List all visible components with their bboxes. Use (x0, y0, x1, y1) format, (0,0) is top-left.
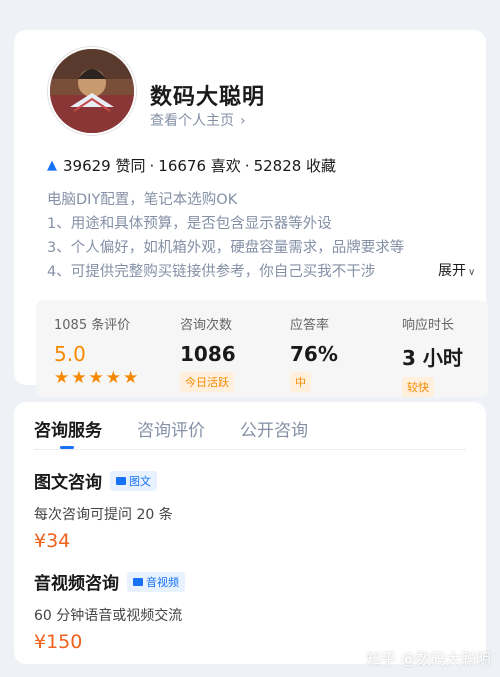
star-icon: ★ (54, 368, 70, 388)
metric-value: 1086 (180, 342, 236, 366)
watermark: 知乎 @数码大聪明 (366, 650, 491, 668)
metric-label: 1085 条评价 (54, 318, 131, 333)
stats-row: ▲ 39629 赞同 · 16676 喜欢 · 52828 收藏 (47, 155, 336, 176)
metric-response-rate: 应答率 76% 中 (290, 314, 338, 392)
approve-triangle-icon: ▲ (47, 158, 57, 173)
separator-dot: · (149, 156, 155, 175)
service-card: 咨询服务 咨询评价 公开咨询 图文咨询 图文 每次咨询可提问 20 条 ¥34 … (14, 402, 486, 664)
video-icon (133, 577, 143, 586)
tab-public-consults[interactable]: 公开咨询 (240, 416, 308, 441)
stat-approvals: 39629 赞同 (63, 157, 146, 175)
stat-likes: 16676 喜欢 (158, 157, 241, 175)
tab-bar: 咨询服务 咨询评价 公开咨询 (14, 402, 486, 450)
metric-badge: 中 (290, 372, 311, 392)
expand-button[interactable]: 展开 ∨ (438, 260, 475, 280)
profile-description: 电脑DIY配置，笔记本选购OK 1、用途和具体预算，是否包含显示器等外设 3、个… (47, 188, 487, 284)
metric-consultations: 咨询次数 1086 今日活跃 (180, 314, 236, 392)
service-price: ¥34 (34, 530, 71, 552)
stat-collections: 52828 收藏 (253, 157, 337, 175)
service-title: 图文咨询 (34, 473, 102, 493)
chevron-down-icon: ∨ (468, 267, 476, 278)
service-price: ¥150 (34, 631, 83, 653)
metric-badge: 今日活跃 (180, 372, 234, 392)
service-title: 音视频咨询 (34, 574, 119, 594)
avatar[interactable] (48, 47, 136, 135)
star-icon: ★ (88, 368, 104, 388)
metric-rating[interactable]: 1085 条评价 5.0 ★ ★ ★ ★ ★ (54, 314, 138, 387)
service-badge-label: 音视频 (146, 575, 179, 589)
description-line: 3、个人偏好，如机箱外观，硬盘容量需求，品牌要求等 (47, 240, 405, 256)
description-line: 1、用途和具体预算，是否包含显示器等外设 (47, 216, 332, 232)
service-type-badge: 音视频 (127, 571, 185, 592)
chevron-right-icon: › (240, 113, 246, 129)
metric-value: 76% (290, 342, 338, 366)
divider (34, 449, 466, 450)
profile-card: 数码大聪明 查看个人主页 › ▲ 39629 赞同 · 16676 喜欢 · 52… (14, 30, 488, 397)
separator-dot: · (244, 156, 250, 175)
metric-value: 5.0 (54, 342, 86, 366)
service-item-text[interactable]: 图文咨询 图文 每次咨询可提问 20 条 ¥34 (34, 468, 173, 552)
star-icon: ★ (105, 368, 121, 388)
service-description: 每次咨询可提问 20 条 (34, 507, 173, 523)
expand-label: 展开 (438, 263, 466, 279)
avatar-image (50, 49, 134, 133)
metric-label: 应答率 (290, 318, 330, 333)
service-type-badge: 图文 (110, 470, 157, 491)
homepage-link-label: 查看个人主页 (150, 113, 234, 129)
description-line: 4、可提供完整购买链接供参考，你自己买我不干涉 (47, 264, 376, 280)
description-line: 电脑DIY配置，笔记本选购OK (47, 192, 238, 208)
metric-label: 咨询次数 (180, 318, 233, 333)
star-icon: ★ (71, 368, 87, 388)
metric-badge: 较快 (402, 377, 434, 397)
service-description: 60 分钟语音或视频交流 (34, 608, 183, 624)
profile-name: 数码大聪明 (150, 85, 266, 110)
service-item-video[interactable]: 音视频咨询 音视频 60 分钟语音或视频交流 ¥150 (34, 569, 185, 653)
metric-value: 3 小时 (402, 346, 463, 370)
tab-consult-services[interactable]: 咨询服务 (34, 416, 102, 441)
metric-response-time: 响应时长 3 小时 较快 (402, 314, 463, 397)
image-icon (116, 476, 126, 485)
star-icon: ★ (123, 368, 139, 388)
rating-stars: ★ ★ ★ ★ ★ (54, 370, 138, 387)
service-badge-label: 图文 (129, 474, 151, 488)
tab-consult-reviews[interactable]: 咨询评价 (137, 416, 205, 441)
metric-label: 响应时长 (402, 318, 455, 333)
metrics-panel: 1085 条评价 5.0 ★ ★ ★ ★ ★ 咨询次数 1086 今日活跃 应答… (36, 300, 488, 397)
view-homepage-link[interactable]: 查看个人主页 › (150, 110, 246, 130)
